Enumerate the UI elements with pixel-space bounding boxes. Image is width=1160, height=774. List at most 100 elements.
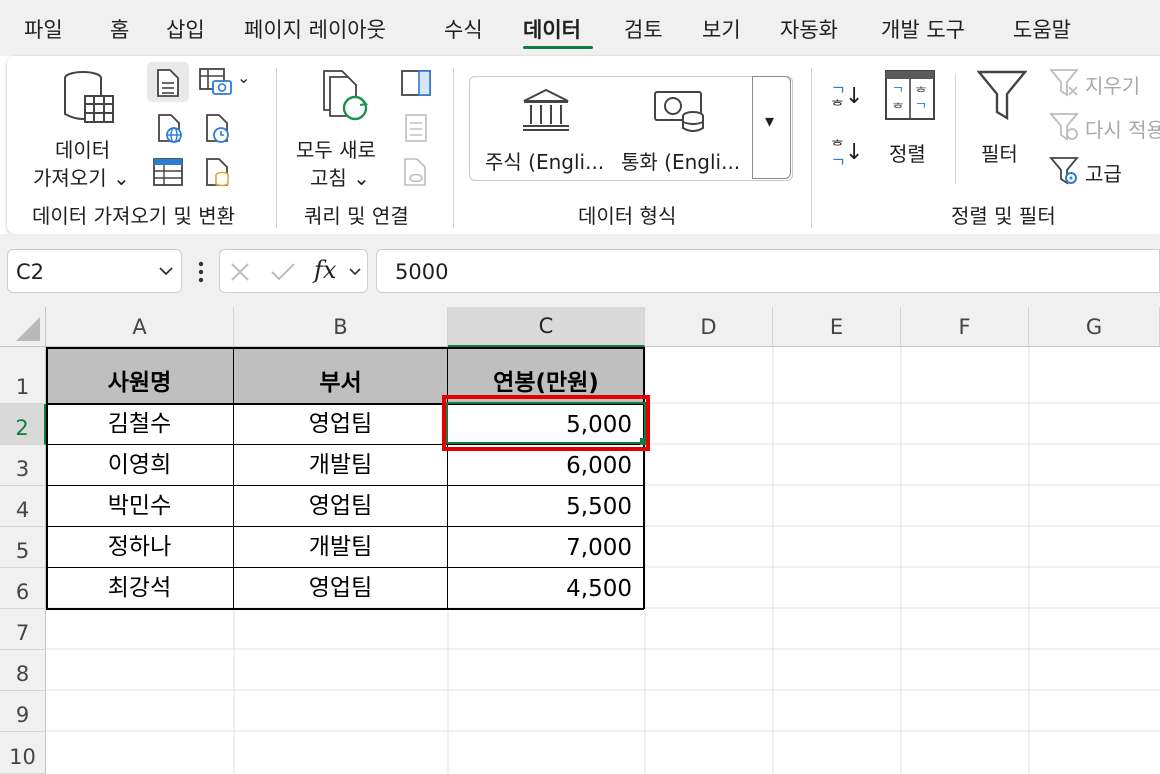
table-border-col	[233, 347, 234, 609]
from-picture-button[interactable]: ⌄	[197, 64, 257, 100]
group-label-sort-filter: 정렬 및 필터	[951, 204, 1056, 228]
stocks-data-type-button[interactable]: 주식 (Engli...	[477, 84, 613, 174]
advanced-filter-button[interactable]: 고급	[1047, 154, 1147, 188]
arrow-down-icon: ↓	[845, 84, 864, 109]
svg-text:ᄀ: ᄀ	[892, 86, 904, 101]
group-label-get-transform: 데이터 가져오기 및 변환	[32, 204, 236, 228]
get-data-label-1: 데이터	[55, 138, 111, 162]
fill-handle[interactable]	[640, 438, 647, 445]
chevron-down-icon[interactable]	[348, 267, 362, 277]
enter-icon[interactable]	[270, 262, 296, 282]
row-header-2[interactable]: 2	[0, 404, 46, 445]
row-header-9[interactable]: 9	[0, 691, 46, 732]
tab-home[interactable]: 홈	[110, 14, 129, 44]
refresh-all-label-1: 모두 새로	[296, 138, 376, 162]
ribbon-separator	[811, 68, 812, 228]
recent-sources-icon[interactable]	[205, 114, 231, 144]
more-options-icon[interactable]	[196, 260, 206, 284]
tab-automate[interactable]: 자동화	[780, 14, 838, 44]
svg-text:ᄀ: ᄀ	[915, 102, 927, 117]
table-border-left	[46, 347, 48, 609]
table-camera-icon	[199, 68, 232, 95]
row-header-1[interactable]: 1	[0, 347, 46, 404]
properties-icon[interactable]	[405, 114, 427, 142]
existing-connections-icon[interactable]	[205, 158, 231, 188]
edit-links-icon[interactable]	[403, 158, 429, 188]
ribbon-separator	[276, 68, 277, 228]
row-header-7[interactable]: 7	[0, 609, 46, 650]
name-box[interactable]: C2	[7, 249, 182, 293]
row-header-3[interactable]: 3	[0, 445, 46, 486]
row-header-10[interactable]: 10	[0, 732, 46, 774]
tab-file[interactable]: 파일	[24, 14, 63, 44]
select-all-corner[interactable]	[0, 307, 46, 347]
data-types-more-button[interactable]: ▾	[752, 76, 791, 179]
table-border-row	[46, 485, 644, 486]
stocks-label: 주식 (Engli...	[485, 150, 605, 174]
insert-function-button[interactable]: fx	[314, 256, 336, 284]
queries-connections-icon[interactable]	[401, 70, 431, 96]
advanced-label: 고급	[1085, 162, 1122, 186]
column-header-e[interactable]: E	[773, 307, 901, 347]
svg-text:ᄒ: ᄒ	[915, 86, 927, 101]
tab-page-layout[interactable]: 페이지 레이아웃	[244, 14, 386, 44]
column-header-d[interactable]: D	[645, 307, 773, 347]
active-tab-indicator	[523, 46, 593, 49]
formula-bar-area: C2 fx 5000	[0, 234, 1160, 307]
column-header-b[interactable]: B	[234, 307, 448, 347]
tab-insert[interactable]: 삽입	[166, 14, 205, 44]
from-web-icon[interactable]	[157, 114, 183, 144]
from-table-range-icon[interactable]	[153, 158, 183, 186]
ribbon-separator	[955, 74, 956, 184]
tab-review[interactable]: 검토	[624, 14, 663, 44]
tab-help[interactable]: 도움말	[1013, 14, 1071, 44]
tab-developer[interactable]: 개발 도구	[881, 14, 965, 44]
sort-ascending-button[interactable]: ᄀ ᄒ ↓	[829, 78, 865, 118]
reapply-filter-button[interactable]: 다시 적용	[1047, 110, 1160, 144]
row-header-4[interactable]: 4	[0, 486, 46, 527]
name-box-value: C2	[16, 260, 45, 284]
reapply-label: 다시 적용	[1085, 118, 1160, 142]
filter-button[interactable]: 필터	[969, 66, 1035, 166]
reapply-filter-icon	[1049, 113, 1079, 141]
refresh-all-button[interactable]: 모두 새로 고침 ⌄	[292, 62, 392, 190]
bank-building-icon	[523, 88, 569, 131]
table-border-row	[46, 567, 644, 568]
row-header-5[interactable]: 5	[0, 527, 46, 568]
currency-coins-icon	[654, 91, 704, 132]
clear-filter-button[interactable]: 지우기	[1047, 66, 1160, 100]
column-header-a[interactable]: A	[46, 307, 234, 347]
table-border-header	[46, 403, 644, 405]
sort-button[interactable]: ᄀ ᄒ ᄒ ᄀ 정렬	[877, 66, 943, 166]
tab-formulas[interactable]: 수식	[444, 14, 483, 44]
clear-label: 지우기	[1085, 74, 1141, 98]
menu-bar: 파일 홈 삽입 페이지 레이아웃 수식 데이터 검토 보기 자동화 개발 도구 …	[0, 0, 1160, 56]
table-border-row	[46, 444, 644, 445]
sort-dialog-icon: ᄀ ᄒ ᄒ ᄀ	[885, 70, 935, 120]
cancel-icon[interactable]	[230, 262, 250, 282]
table-border-row	[46, 526, 644, 527]
gridlines	[46, 347, 1160, 774]
refresh-all-icon	[323, 70, 369, 121]
currencies-data-type-button[interactable]: 통화 (Engli...	[617, 84, 751, 174]
from-text-csv-button[interactable]	[147, 62, 189, 102]
tab-data[interactable]: 데이터	[523, 14, 581, 44]
get-data-button[interactable]: 데이터 가져오기 ⌄	[25, 62, 135, 190]
get-data-label-2: 가져오기 ⌄	[33, 166, 130, 190]
table-border-right	[643, 347, 645, 609]
sort-label: 정렬	[889, 142, 926, 166]
formula-value: 5000	[395, 260, 449, 284]
tab-view[interactable]: 보기	[702, 14, 741, 44]
advanced-filter-icon	[1049, 157, 1079, 185]
row-header-8[interactable]: 8	[0, 650, 46, 691]
document-text-icon	[157, 69, 179, 97]
filter-label: 필터	[981, 142, 1018, 166]
row-header-6[interactable]: 6	[0, 568, 46, 609]
sort-descending-button[interactable]: ᄒ ᄀ ↓	[829, 134, 865, 175]
formula-input[interactable]: 5000	[376, 249, 1160, 293]
column-header-f[interactable]: F	[901, 307, 1029, 347]
column-header-g[interactable]: G	[1029, 307, 1160, 347]
column-header-c[interactable]: C	[448, 307, 645, 347]
chevron-down-icon[interactable]	[158, 265, 174, 277]
gallery-expand-icon: ▾	[765, 111, 775, 132]
